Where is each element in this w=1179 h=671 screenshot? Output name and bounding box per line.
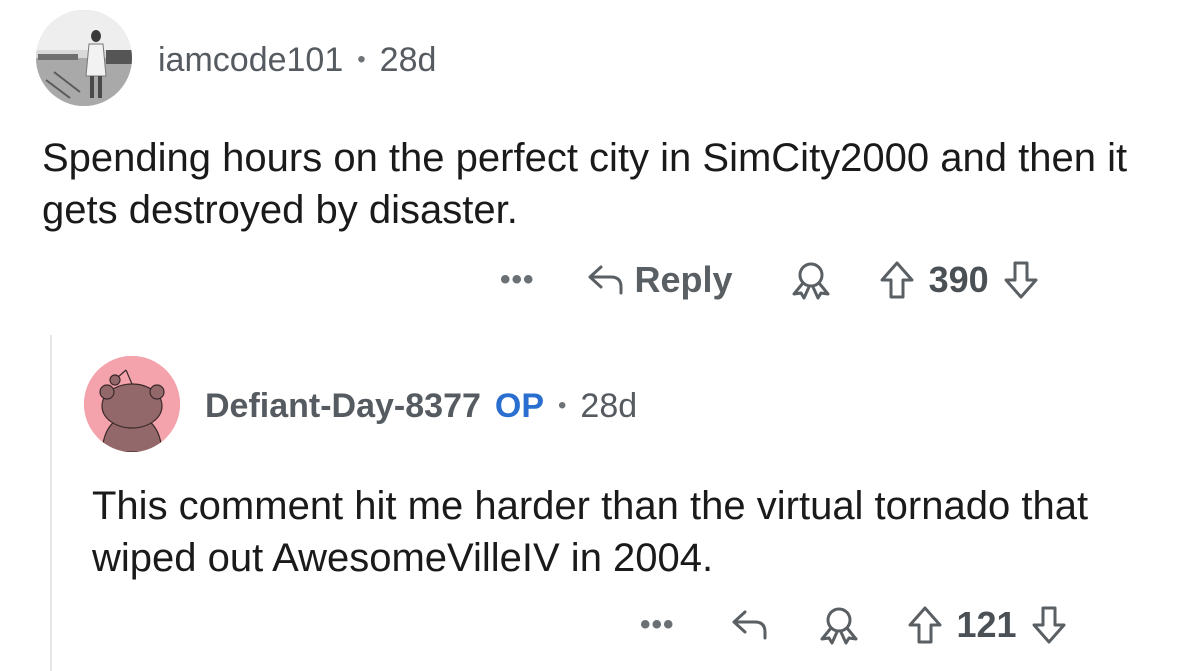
avatar-photo <box>36 10 132 106</box>
avatar[interactable] <box>36 10 132 106</box>
comment-meta: iamcode101 • 28d <box>158 38 436 82</box>
comment-age: 28d <box>580 386 638 425</box>
vote-score: 390 <box>928 259 989 300</box>
reply-arrow-icon[interactable] <box>731 608 769 642</box>
op-badge: OP <box>494 386 545 425</box>
more-options-button[interactable]: ••• <box>640 610 675 640</box>
award-icon[interactable] <box>817 605 861 645</box>
reply-button[interactable]: Reply <box>587 259 733 301</box>
username[interactable]: Defiant-Day-8377 <box>205 387 481 426</box>
comment-actions: ••• 121 <box>640 600 1067 650</box>
comment-body: Spending hours on the perfect city in Si… <box>42 136 1128 232</box>
separator-dot: • <box>357 46 366 73</box>
thread-line[interactable] <box>50 335 52 671</box>
vote-score: 121 <box>956 604 1017 645</box>
downvote-arrow-icon[interactable] <box>1003 260 1039 300</box>
avatar[interactable] <box>84 356 180 452</box>
comment-meta: Defiant-Day-8377 OP • 28d <box>205 384 637 428</box>
award-icon[interactable] <box>789 260 833 300</box>
upvote-arrow-icon[interactable] <box>907 605 943 645</box>
comment-actions: ••• Reply 390 <box>500 255 1039 305</box>
reply-arrow-icon <box>588 265 623 295</box>
comment-age: 28d <box>379 40 437 79</box>
username[interactable]: iamcode101 <box>158 41 343 80</box>
downvote-arrow-icon[interactable] <box>1031 605 1067 645</box>
comment-body: This comment hit me harder than the virt… <box>92 484 1089 580</box>
snoo-avatar-icon <box>84 356 180 452</box>
more-options-button[interactable]: ••• <box>500 265 535 295</box>
reply-label: Reply <box>634 259 733 300</box>
upvote-arrow-icon[interactable] <box>879 260 915 300</box>
separator-dot: • <box>558 392 567 419</box>
